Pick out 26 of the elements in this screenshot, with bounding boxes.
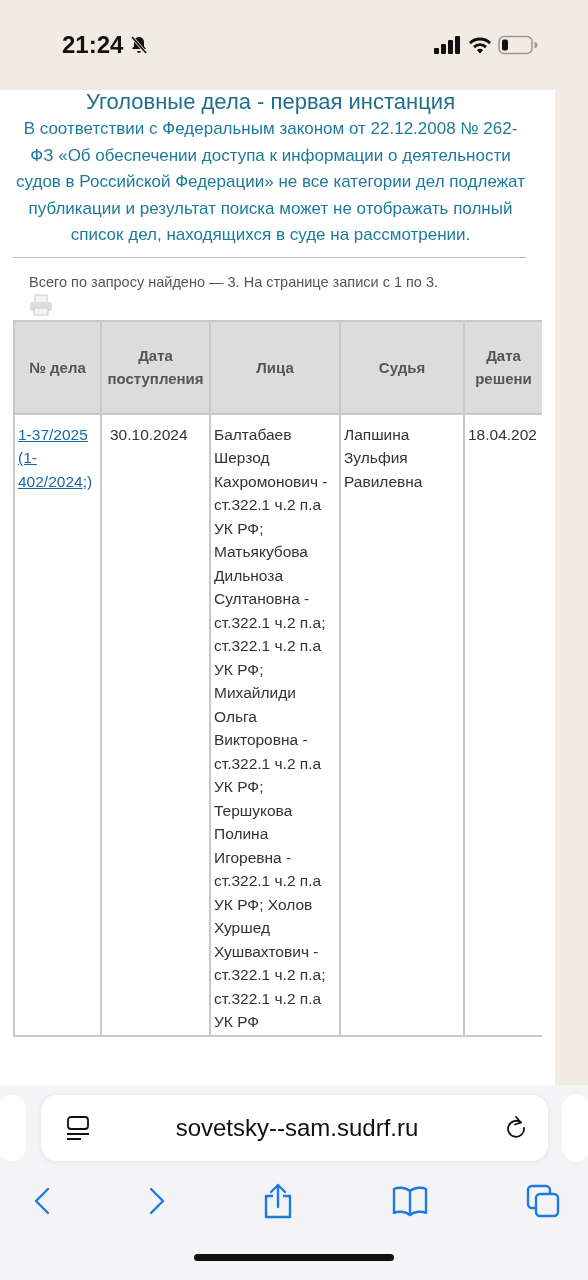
forward-icon[interactable] [148, 1187, 165, 1215]
muted-bell-icon [129, 35, 150, 55]
column-header: Лица [210, 320, 340, 414]
results-count: Всего по запросу найдено — 3. На странице записи с 1 по 3. [29, 273, 440, 290]
status-time: 21:24 [62, 31, 124, 59]
case-link[interactable]: 1-37/2025 (1-402/2024;) [18, 422, 97, 493]
page-title: Уголовные дела - первая инстанция [84, 90, 457, 114]
share-icon[interactable] [263, 1183, 293, 1219]
back-icon[interactable] [34, 1187, 50, 1215]
url-text: sovetsky--sam.sudrf.ru [175, 1114, 419, 1142]
table-cell: Лапшина Зульфия Равилевна [344, 425, 423, 490]
battery-icon [498, 35, 538, 55]
column-header: Дата поступления [101, 320, 210, 414]
table-cell-text: 30.10.2024 [109, 425, 188, 443]
wifi-icon [468, 36, 492, 54]
address-bar[interactable]: sovetsky--sam.sudrf.ru [40, 1095, 548, 1161]
table-cell: Балтабаев Шерзод Кахромонович - ст.322.1 ч.2 п.а УК РФ; Матьякубова Дильноза Султановна - ст.322.1 ч.2 п.а; ст.322.1 ч.2 п.а УК РФ; Михайлиди Ольга Викторовна - ст.322.1 ч.2 п.а УК РФ; Тершукова Полина Игоревна - ст.322.1 ч.2 п.а УК РФ; Холов Хуршед Хушвахтович - ст.322.1 ч.2 п.а; ст.322.1 ч.2 п.а УК РФ [214, 425, 328, 1030]
book-icon[interactable] [391, 1185, 428, 1217]
tabs-icon[interactable] [526, 1184, 560, 1218]
signal-icon [434, 36, 462, 54]
notice-text: В соответствии с Федеральным законом от 22.12.2008 № 262-ФЗ «Об обеспечении доступа к информации о деятельности судов в Российской Федерации» не все категории дел подлежат публикации и результат поиска может не отображать полный список дел, находящихся в суде на рассмотрении. [15, 118, 526, 246]
column-header: Дата решени [464, 320, 542, 414]
table-cell: 18.04.202 [468, 425, 537, 443]
reader-icon[interactable] [64, 1115, 91, 1141]
column-header: № дела [14, 320, 101, 414]
column-header: Судья [340, 320, 464, 414]
